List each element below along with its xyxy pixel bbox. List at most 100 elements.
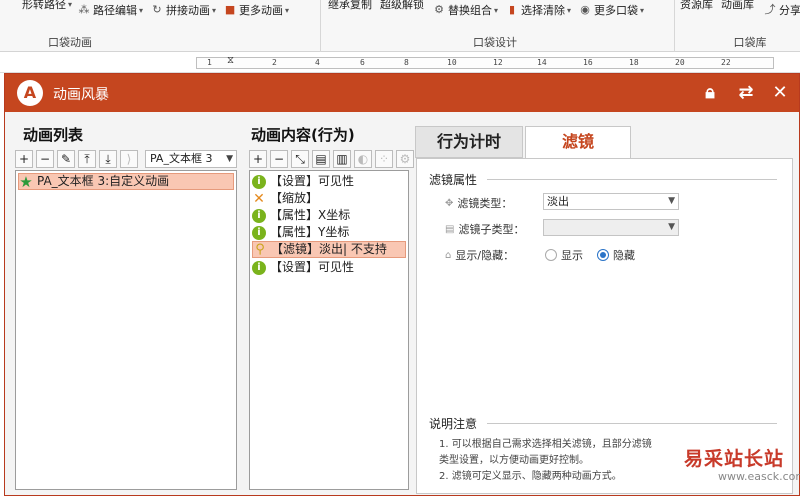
grid-icon[interactable]: ⁘: [375, 150, 393, 168]
radio-hide-dot: [597, 249, 609, 261]
list-item[interactable]: ✕ 【缩放】: [252, 190, 318, 207]
move-bottom-icon[interactable]: ⤓: [99, 150, 117, 168]
window-title: 动画风暴: [53, 87, 109, 103]
radio-show[interactable]: 显示: [545, 247, 583, 263]
add-icon[interactable]: +: [249, 150, 267, 168]
info-icon: i: [252, 225, 266, 240]
chevron-down-icon: ▾: [285, 5, 290, 15]
visibility-label-text: 显示/隐藏：: [455, 249, 515, 262]
list-item[interactable]: i 【属性】X坐标: [252, 207, 350, 224]
remove-icon[interactable]: −: [36, 150, 54, 168]
close-icon[interactable]: ✕: [769, 82, 791, 104]
ruler-tick: 22: [721, 58, 731, 67]
ribbon-row3: ⤴ 分享: [764, 0, 800, 20]
inherit-copy-button[interactable]: 继承复制: [328, 0, 372, 12]
ruler[interactable]: ⧖ 1 2 4 6 8 10 12 14 16 18 20 22: [196, 55, 774, 69]
title-bar[interactable]: A 动画风暴 🔒︎ ⇄ ✕: [5, 74, 799, 112]
replace-group-button[interactable]: ⚙ 替换组合 ▾: [433, 2, 498, 18]
ribbon-divider: [320, 0, 321, 52]
brush-icon[interactable]: ✎: [57, 150, 75, 168]
super-unlock-label: 超级解锁: [380, 0, 424, 11]
ribbon-row-top: 形转路径 ▾: [22, 0, 80, 14]
filter-type-select[interactable]: 淡出 ▼: [543, 193, 679, 210]
list-item-label: 【缩放】: [270, 191, 319, 205]
list-item-label: 【属性】X坐标: [270, 208, 351, 222]
clear-icon: ▮: [508, 3, 516, 16]
shape-path-button[interactable]: 形转路径 ▾: [22, 0, 72, 12]
resource-lib-button[interactable]: 资源库: [680, 0, 713, 12]
list-item[interactable]: ⚲ 【滤镜】淡出| 不支持: [252, 241, 406, 258]
anim-lib-button[interactable]: 动画库: [721, 0, 754, 12]
chevron-down-icon: ▾: [139, 5, 144, 15]
chevron-down-icon: ▾: [68, 0, 73, 9]
watermark-url: www.easck.com: [718, 470, 800, 483]
splice-anim-label: 拼接动画: [166, 4, 211, 17]
section-divider: [487, 423, 777, 424]
list-item[interactable]: ★ PA_文本框 3:自定义动画: [18, 173, 234, 190]
radio-hide[interactable]: 隐藏: [597, 247, 635, 263]
anim-list-box[interactable]: ★ PA_文本框 3:自定义动画: [15, 170, 237, 490]
radio-hide-label: 隐藏: [613, 249, 635, 262]
list-item[interactable]: i 【设置】可见性: [252, 173, 354, 190]
add-icon[interactable]: +: [15, 150, 33, 168]
more-anim-button[interactable]: ■ 更多动画 ▾: [224, 2, 289, 18]
list-item-label: 【滤镜】淡出| 不支持: [271, 242, 387, 256]
shape-path-label: 形转路径: [22, 0, 66, 11]
resource-lib-label: 资源库: [680, 0, 713, 11]
radio-show-label: 显示: [561, 249, 583, 262]
visibility-icon: ⌂: [445, 249, 452, 261]
ruler-tick: 20: [675, 58, 685, 67]
shape-select-value: PA_文本框 3: [150, 152, 213, 165]
list-item-label: 【设置】可见性: [270, 174, 355, 188]
filter-subtype-select[interactable]: ▼: [543, 219, 679, 236]
list-item-label: 【属性】Y坐标: [270, 225, 350, 239]
contrast-icon[interactable]: ◐: [354, 150, 372, 168]
share-button[interactable]: ⤴ 分享: [764, 2, 800, 18]
move-top-icon[interactable]: ⤒: [78, 150, 96, 168]
refresh-icon[interactable]: ⇄: [735, 82, 757, 104]
shape-select[interactable]: PA_文本框 3 ▼: [145, 150, 237, 168]
list-item[interactable]: i 【属性】Y坐标: [252, 224, 349, 241]
chevron-down-icon: ▾: [567, 5, 572, 15]
watermark: 易采站长站: [684, 448, 785, 470]
document-icon[interactable]: ▤: [312, 150, 330, 168]
anim-content-toolbar: + − ⤡ ▤ ▥ ◐ ⁘ ⚙: [249, 150, 417, 168]
settings-icon[interactable]: ⚙: [396, 150, 414, 168]
share-icon: ⤴: [764, 3, 776, 16]
transform-icon[interactable]: ⤡: [291, 150, 309, 168]
star-icon: ★: [19, 172, 33, 191]
tab-filter[interactable]: 滤镜: [525, 126, 631, 158]
ruler-tick: 18: [629, 58, 639, 67]
play-icon[interactable]: ⟩: [120, 150, 138, 168]
select-clear-button[interactable]: ▮ 选择清除 ▾: [506, 2, 571, 18]
filter-subtype-icon: ▤: [445, 223, 455, 235]
group-label-pocket-anim: 口袋动画: [48, 36, 92, 49]
ruler-tick: 16: [583, 58, 593, 67]
group-label-pocket-design: 口袋设计: [473, 36, 517, 49]
radio-show-dot: [545, 249, 557, 261]
indent-marker-icon[interactable]: ⧖: [227, 55, 234, 66]
path-edit-button[interactable]: ⁂ 路径编辑 ▾: [78, 2, 144, 18]
replace-icon: ⚙: [434, 3, 444, 16]
anim-content-box[interactable]: i 【设置】可见性 ✕ 【缩放】 i 【属性】X坐标 i 【属性】Y坐标 ⚲ 【滤镜】淡出…: [249, 170, 409, 490]
remove-icon[interactable]: −: [270, 150, 288, 168]
replace-group-label: 替换组合: [448, 4, 492, 17]
filter-type-icon: ✥: [445, 197, 454, 209]
note-line: 2. 滤镜可定义显示、隐藏两种动画方式。: [439, 471, 622, 482]
note-line: 类型设置，以方便动画更好控制。: [439, 455, 589, 466]
splice-anim-button[interactable]: ↻ 拼接动画 ▾: [151, 2, 216, 18]
chevron-down-icon: ▾: [640, 5, 645, 15]
list-item[interactable]: i 【设置】可见性: [252, 259, 354, 276]
copy-icon[interactable]: ▥: [333, 150, 351, 168]
info-icon: i: [252, 260, 266, 275]
lock-icon[interactable]: 🔒︎: [699, 82, 721, 104]
ruler-tick: 6: [360, 58, 365, 67]
filter-type-label: ✥ 滤镜类型：: [445, 195, 512, 211]
chevron-down-icon: ▾: [212, 5, 217, 15]
app-logo-icon: A: [17, 80, 43, 106]
super-unlock-button[interactable]: 超级解锁: [380, 0, 424, 12]
anim-lib-label: 动画库: [721, 0, 754, 11]
chevron-down-icon: ▼: [226, 154, 233, 164]
tab-timing[interactable]: 行为计时: [415, 126, 523, 158]
more-pocket-button[interactable]: ◉ 更多口袋 ▾: [579, 2, 644, 18]
